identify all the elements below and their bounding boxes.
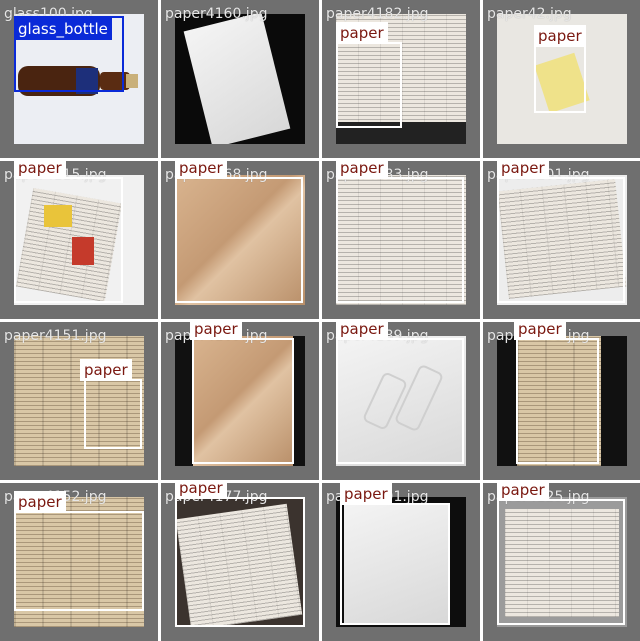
- filename-label: paper4160.jpg: [165, 6, 268, 22]
- grid-tile[interactable]: paper4168.jpg paper: [161, 161, 319, 319]
- filename-label: paper4151.jpg: [4, 328, 107, 344]
- grid-tile[interactable]: paper4189.jpg paper: [322, 322, 480, 480]
- grid-tile[interactable]: paper4115.jpg paper: [0, 161, 158, 319]
- class-label: paper: [514, 322, 566, 340]
- bounding-box: [175, 177, 303, 303]
- class-label: paper: [497, 161, 549, 179]
- bounding-box: [175, 497, 305, 627]
- bounding-box: [192, 338, 294, 464]
- class-label: paper: [340, 483, 392, 505]
- grid-tile[interactable]: paper4191.jpg paper: [322, 483, 480, 641]
- class-label: paper: [336, 22, 388, 44]
- class-label: paper: [336, 322, 388, 340]
- class-label: paper: [14, 161, 66, 179]
- grid-tile[interactable]: paper4152.jpg paper: [0, 483, 158, 641]
- grid-tile[interactable]: paper4169.jpg paper: [161, 322, 319, 480]
- filename-label: paper4182.jpg: [326, 6, 429, 22]
- grid-tile[interactable]: paper4201.jpg paper: [483, 161, 640, 319]
- class-label: paper: [534, 25, 586, 47]
- class-label: glass_bottle: [14, 18, 112, 40]
- bounding-box: [516, 338, 599, 464]
- grid-tile[interactable]: paper4177.jpg paper: [161, 483, 319, 641]
- grid-tile[interactable]: paper4183.jpg paper: [322, 161, 480, 319]
- class-label: paper: [190, 322, 242, 340]
- bounding-box: [497, 177, 625, 303]
- bounding-box: [534, 45, 586, 113]
- class-label: paper: [175, 161, 227, 179]
- filename-label: paper42.jpg: [487, 6, 572, 22]
- class-label: paper: [336, 161, 388, 179]
- grid-tile[interactable]: paper4160.jpg: [161, 0, 319, 158]
- bounding-box: [340, 503, 450, 625]
- grid-tile[interactable]: paper4182.jpg paper: [322, 0, 480, 158]
- bounding-box: [336, 42, 402, 128]
- bounding-box: [84, 379, 142, 449]
- grid-tile[interactable]: paper42.jpg paper: [483, 0, 640, 158]
- bounding-box: [336, 177, 464, 303]
- grid-tile[interactable]: paper4151.jpg paper: [0, 322, 158, 480]
- class-label: paper: [497, 483, 549, 501]
- class-label: paper: [80, 359, 132, 381]
- grid-tile[interactable]: glass100.jpg glass_bottle: [0, 0, 158, 158]
- bounding-box: [14, 177, 123, 303]
- bounding-box: [336, 338, 464, 464]
- bounding-box: [14, 511, 144, 611]
- class-label: paper: [14, 491, 66, 513]
- class-label: paper: [175, 483, 227, 499]
- grid-tile[interactable]: paper4125.jpg paper: [483, 483, 640, 641]
- grid-tile[interactable]: paper4193.jpg paper: [483, 322, 640, 480]
- photo: [175, 14, 305, 144]
- bounding-box: [497, 499, 625, 625]
